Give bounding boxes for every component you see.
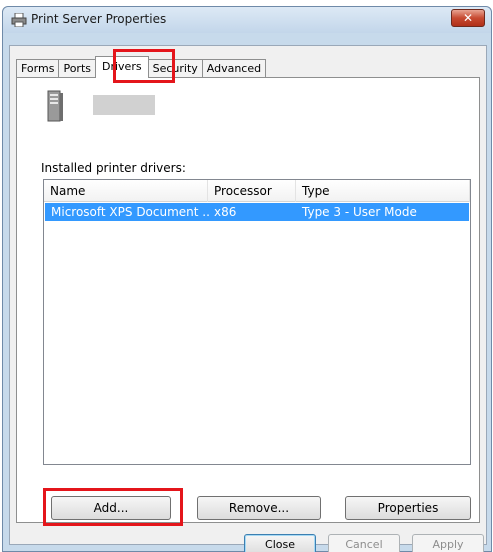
close-window-button[interactable]: ✕ bbox=[451, 9, 485, 27]
close-button[interactable]: Close bbox=[244, 534, 316, 552]
tab-ports[interactable]: Ports bbox=[58, 59, 96, 77]
tab-security[interactable]: Security bbox=[147, 59, 203, 77]
title-bar[interactable]: Print Server Properties ✕ bbox=[3, 7, 491, 33]
installed-drivers-label: Installed printer drivers: bbox=[41, 161, 186, 175]
tab-forms[interactable]: Forms bbox=[16, 59, 60, 77]
dialog-client-area: Forms Ports Drivers Security Advanced In… bbox=[9, 45, 487, 552]
window-title: Print Server Properties bbox=[31, 12, 167, 26]
tab-strip: Forms Ports Drivers Security Advanced bbox=[16, 56, 267, 78]
cancel-button[interactable]: Cancel bbox=[328, 534, 400, 552]
printer-icon bbox=[11, 13, 27, 27]
tab-advanced[interactable]: Advanced bbox=[201, 59, 267, 77]
driver-properties-button[interactable]: Properties bbox=[345, 496, 471, 520]
driver-processor-cell: x86 bbox=[214, 205, 237, 219]
server-name-placeholder bbox=[93, 95, 155, 115]
drivers-tab-panel: Installed printer drivers: Name Processo… bbox=[16, 77, 480, 526]
remove-driver-button[interactable]: Remove... bbox=[197, 496, 321, 520]
add-driver-button[interactable]: Add... bbox=[51, 496, 171, 520]
tab-drivers[interactable]: Drivers bbox=[95, 56, 149, 78]
apply-button[interactable]: Apply bbox=[412, 534, 484, 552]
print-server-properties-window: Print Server Properties ✕ Forms Ports Dr… bbox=[2, 6, 492, 552]
column-header-name[interactable]: Name bbox=[44, 180, 208, 202]
driver-name-cell: Microsoft XPS Document ... bbox=[51, 205, 209, 219]
driver-type-cell: Type 3 - User Mode bbox=[302, 205, 417, 219]
drivers-list[interactable]: Name Processor Type Microsoft XPS Docume… bbox=[43, 179, 471, 465]
column-header-type[interactable]: Type bbox=[296, 180, 470, 202]
column-header-processor[interactable]: Processor bbox=[208, 180, 296, 202]
server-icon bbox=[47, 90, 63, 122]
table-row[interactable]: Microsoft XPS Document ... x86 Type 3 - … bbox=[45, 203, 469, 221]
list-header: Name Processor Type bbox=[44, 180, 470, 202]
